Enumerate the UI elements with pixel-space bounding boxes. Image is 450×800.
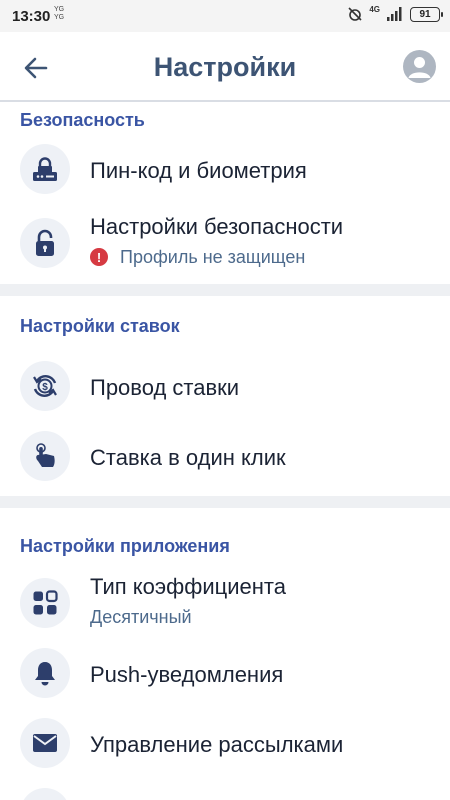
settings-item-label: Ставка в один клик <box>90 445 286 470</box>
tap-hand-icon <box>36 443 55 467</box>
settings-item-one-click[interactable]: Ставка в один клик <box>0 421 450 491</box>
alarm-off-icon <box>348 7 362 21</box>
settings-item-security[interactable]: Настройки безопасности ! Профиль не защи… <box>0 204 450 284</box>
settings-item-value: Десятичный <box>90 607 192 627</box>
section-title-app: Настройки приложения <box>20 536 230 556</box>
lock-keypad-icon <box>33 157 57 181</box>
icon-circle <box>20 718 70 768</box>
status-time: 13:30 <box>12 8 51 25</box>
settings-item-push[interactable]: Push-уведомления <box>0 638 450 708</box>
section-title-security: Безопасность <box>20 110 145 130</box>
app-header: Настройки <box>0 32 450 102</box>
profile-avatar[interactable] <box>403 50 436 83</box>
icon-circle <box>20 788 70 800</box>
dollar-cycle-icon: $ <box>33 375 57 397</box>
security-section: Безопасность Пин-код и биометрия Настрой… <box>0 104 450 292</box>
icon-circle: $ <box>20 361 70 411</box>
app-section: Настройки приложения Тип коэффициента Де… <box>0 508 450 800</box>
icon-circle <box>20 144 70 194</box>
security-status-text: Профиль не защищен <box>120 247 306 267</box>
page-title: Настройки <box>153 52 297 82</box>
section-divider <box>0 496 450 508</box>
network-type: 4G <box>369 4 380 14</box>
status-icons: 4G 91 <box>347 4 443 22</box>
section-divider <box>0 284 450 296</box>
icon-circle <box>20 578 70 628</box>
settings-item-label: Пин-код и биометрия <box>90 158 307 183</box>
icon-circle <box>20 431 70 481</box>
settings-item-pin[interactable]: Пин-код и биометрия <box>0 134 450 204</box>
icon-circle <box>20 648 70 698</box>
bets-section: Настройки ставок $ Провод ставки Ставка … <box>0 296 450 496</box>
settings-item-label: Настройки безопасности <box>90 214 344 239</box>
bell-icon <box>35 662 55 686</box>
user-icon <box>408 57 431 78</box>
section-title-bets: Настройки ставок <box>20 316 180 336</box>
settings-item-mailing[interactable]: Управление рассылками <box>0 708 450 778</box>
status-bar: 13:30 YG YG 4G 91 <box>0 0 450 32</box>
padlock-icon <box>36 229 54 256</box>
settings-item-label: Push-уведомления <box>90 662 284 687</box>
grid-icon <box>33 590 58 615</box>
warning-icon: ! <box>90 248 108 266</box>
carrier-label: YG YG <box>54 6 65 21</box>
settings-item-rollover[interactable]: $ Провод ставки <box>0 351 450 421</box>
mail-icon <box>33 734 57 752</box>
settings-item-label: Провод ставки <box>90 375 240 400</box>
icon-circle <box>20 218 70 268</box>
settings-item-odds-type[interactable]: Тип коэффициента Десятичный <box>0 568 450 648</box>
signal-icon <box>387 7 402 21</box>
settings-item-label: Тип коэффициента <box>90 574 286 599</box>
settings-item-partial[interactable] <box>0 778 450 800</box>
battery-indicator: 91 <box>410 6 443 22</box>
svg-text:$: $ <box>42 382 48 393</box>
settings-item-label: Управление рассылками <box>90 732 344 757</box>
